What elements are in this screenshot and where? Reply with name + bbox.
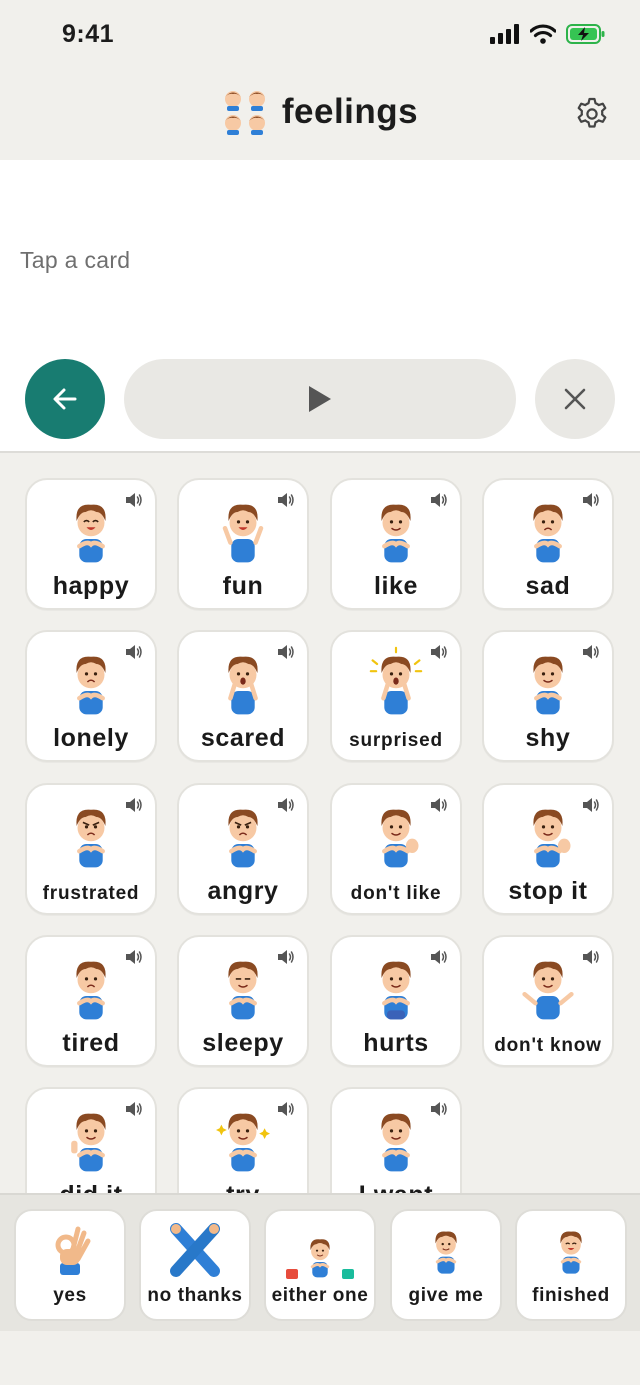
play-button[interactable] <box>124 359 516 439</box>
child-tired-icon <box>27 951 155 1021</box>
card-shy[interactable]: shy <box>482 630 614 762</box>
child-surprised-icon <box>332 646 460 716</box>
card-dontlike[interactable]: don't like <box>330 783 462 915</box>
child-dontlike-icon <box>332 799 460 869</box>
card-label: like <box>373 572 419 600</box>
give-me-icon <box>392 1223 500 1281</box>
message-placeholder: Tap a card <box>20 247 131 273</box>
card-label: surprised <box>349 730 443 751</box>
child-happy-icon <box>27 494 155 564</box>
card-label: tired <box>62 1029 120 1057</box>
wifi-icon <box>530 24 556 44</box>
quick-give-me-button[interactable]: give me <box>390 1209 502 1321</box>
card-tired[interactable]: tired <box>25 935 157 1067</box>
battery-icon <box>566 24 605 44</box>
card-label: try <box>179 1181 307 1193</box>
child-dontknow-icon <box>484 951 612 1021</box>
message-area[interactable]: Tap a card <box>0 160 640 452</box>
card-dontknow[interactable]: don't know <box>482 935 614 1067</box>
card-hurts[interactable]: hurts <box>330 935 462 1067</box>
card-angry[interactable]: angry <box>177 783 309 915</box>
card-label: lonely <box>53 724 129 752</box>
card-label: sad <box>525 572 571 600</box>
play-icon <box>309 386 331 412</box>
child-fun-icon <box>179 494 307 564</box>
quick-finished-button[interactable]: finished <box>515 1209 627 1321</box>
card-label: don't know <box>494 1035 602 1056</box>
arrow-left-icon <box>53 388 77 410</box>
card-didit[interactable]: did it <box>25 1087 157 1193</box>
card-scared[interactable]: scared <box>177 630 309 762</box>
children-faces-icon <box>224 91 265 135</box>
card-grid[interactable]: happy fun like sad lonely scared surpris… <box>0 453 640 1193</box>
child-frustrated-icon <box>27 799 155 869</box>
child-sleepy-icon <box>179 951 307 1021</box>
card-sleepy[interactable]: sleepy <box>177 935 309 1067</box>
card-label: did it <box>27 1181 155 1193</box>
child-scared-icon <box>179 646 307 716</box>
card-sad[interactable]: sad <box>482 478 614 610</box>
child-lonely-icon <box>27 646 155 716</box>
card-surprised[interactable]: surprised <box>330 630 462 762</box>
child-hurts-icon <box>332 951 460 1021</box>
card-label: I want <box>332 1181 460 1193</box>
quick-no-thanks-button[interactable]: no thanks <box>139 1209 251 1321</box>
status-bar: 9:41 <box>0 0 640 70</box>
child-shy-icon <box>484 646 612 716</box>
card-lonely[interactable]: lonely <box>25 630 157 762</box>
card-label: fun <box>222 572 264 600</box>
child-stop-icon <box>484 799 612 869</box>
finished-icon <box>517 1223 625 1281</box>
card-like[interactable]: like <box>330 478 462 610</box>
gear-icon[interactable] <box>574 96 610 132</box>
card-label: don't like <box>350 883 442 904</box>
child-angry-icon <box>179 799 307 869</box>
card-try[interactable]: try <box>177 1087 309 1193</box>
ok-hand-icon <box>16 1223 124 1281</box>
quick-yes-button[interactable]: yes <box>14 1209 126 1321</box>
quick-label: either one <box>271 1285 369 1306</box>
card-happy[interactable]: happy <box>25 478 157 610</box>
child-didit-icon <box>27 1103 155 1173</box>
card-label: shy <box>525 724 571 752</box>
crossed-arms-icon <box>141 1223 249 1281</box>
back-button[interactable] <box>25 359 105 439</box>
quick-label: give me <box>408 1285 484 1306</box>
child-want-icon <box>332 1103 460 1173</box>
card-fun[interactable]: fun <box>177 478 309 610</box>
card-label: happy <box>52 572 130 600</box>
quick-label: finished <box>532 1285 610 1306</box>
clear-button[interactable] <box>535 359 615 439</box>
status-time: 9:41 <box>62 20 115 48</box>
bottom-safe-area <box>0 1331 640 1385</box>
quick-either-one-button[interactable]: either one <box>264 1209 376 1321</box>
card-label: scared <box>200 724 286 752</box>
card-label: angry <box>207 877 279 905</box>
card-label: stop it <box>508 877 588 905</box>
quick-bar: yes no thanks either one give me finished <box>0 1193 640 1331</box>
card-label: sleepy <box>202 1029 284 1057</box>
child-like-icon <box>332 494 460 564</box>
header: feelings <box>0 70 640 160</box>
card-label: frustrated <box>42 883 140 904</box>
card-want[interactable]: I want <box>330 1087 462 1193</box>
choose-either-icon <box>266 1223 374 1281</box>
card-stop[interactable]: stop it <box>482 783 614 915</box>
quick-label: no thanks <box>147 1285 243 1306</box>
quick-label: yes <box>53 1285 87 1306</box>
child-try-icon <box>179 1103 307 1173</box>
close-icon <box>564 388 586 410</box>
page-title: feelings <box>281 92 419 131</box>
child-sad-icon <box>484 494 612 564</box>
status-icons <box>490 24 606 44</box>
card-frustrated[interactable]: frustrated <box>25 783 157 915</box>
card-label: hurts <box>363 1029 429 1057</box>
signal-icon <box>490 24 519 44</box>
